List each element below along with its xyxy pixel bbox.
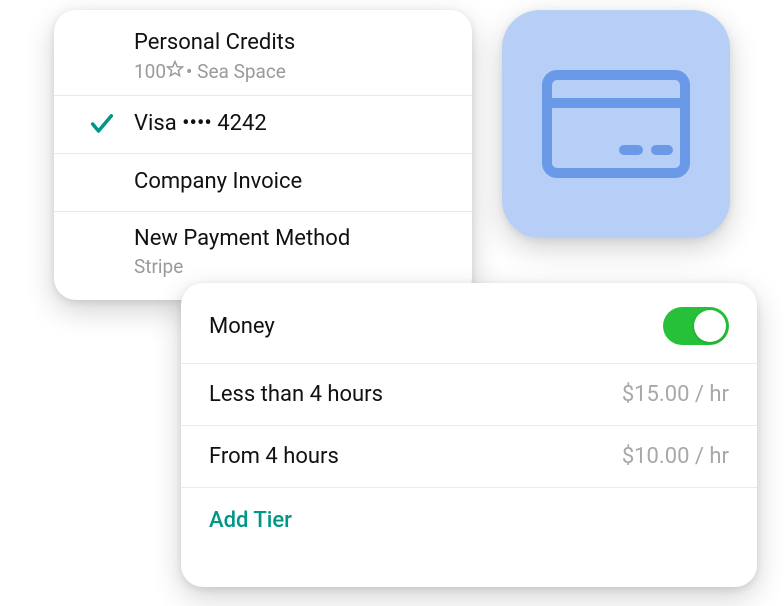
- money-toggle[interactable]: [663, 307, 729, 345]
- credit-card-icon-panel: [502, 10, 730, 238]
- check-icon: [88, 110, 116, 138]
- tier-price: $10.00 / hr: [622, 444, 729, 469]
- payment-method-title: Personal Credits: [134, 28, 448, 58]
- add-tier-button[interactable]: Add Tier: [181, 488, 757, 553]
- credit-card-icon: [541, 69, 691, 179]
- payment-method-title: Company Invoice: [134, 167, 448, 197]
- payment-method-item[interactable]: New Payment Method Stripe: [54, 212, 472, 291]
- payment-method-item[interactable]: Visa •••• 4242: [54, 96, 472, 154]
- money-label: Money: [209, 314, 275, 339]
- tier-label: From 4 hours: [209, 444, 339, 469]
- payment-method-item[interactable]: Company Invoice: [54, 154, 472, 212]
- star-icon: [166, 60, 184, 83]
- tier-row[interactable]: Less than 4 hours $15.00 / hr: [181, 364, 757, 426]
- payment-method-subtitle: 100 • Sea Space: [134, 60, 448, 83]
- toggle-knob: [694, 310, 726, 342]
- tier-price: $15.00 / hr: [622, 382, 729, 407]
- money-header-row: Money: [181, 283, 757, 364]
- credits-source: • Sea Space: [186, 60, 286, 83]
- payment-methods-card: Personal Credits 100 • Sea Space Visa ••…: [54, 10, 472, 300]
- check-column: [78, 110, 134, 138]
- pricing-tiers-card: Money Less than 4 hours $15.00 / hr From…: [181, 283, 757, 587]
- tier-row[interactable]: From 4 hours $10.00 / hr: [181, 426, 757, 488]
- payment-method-item[interactable]: Personal Credits 100 • Sea Space: [54, 28, 472, 96]
- payment-method-title: Visa •••• 4242: [134, 109, 448, 139]
- tier-label: Less than 4 hours: [209, 382, 383, 407]
- payment-method-subtitle: Stripe: [134, 255, 448, 278]
- payment-method-title: New Payment Method: [134, 224, 448, 254]
- credits-amount: 100: [134, 60, 166, 83]
